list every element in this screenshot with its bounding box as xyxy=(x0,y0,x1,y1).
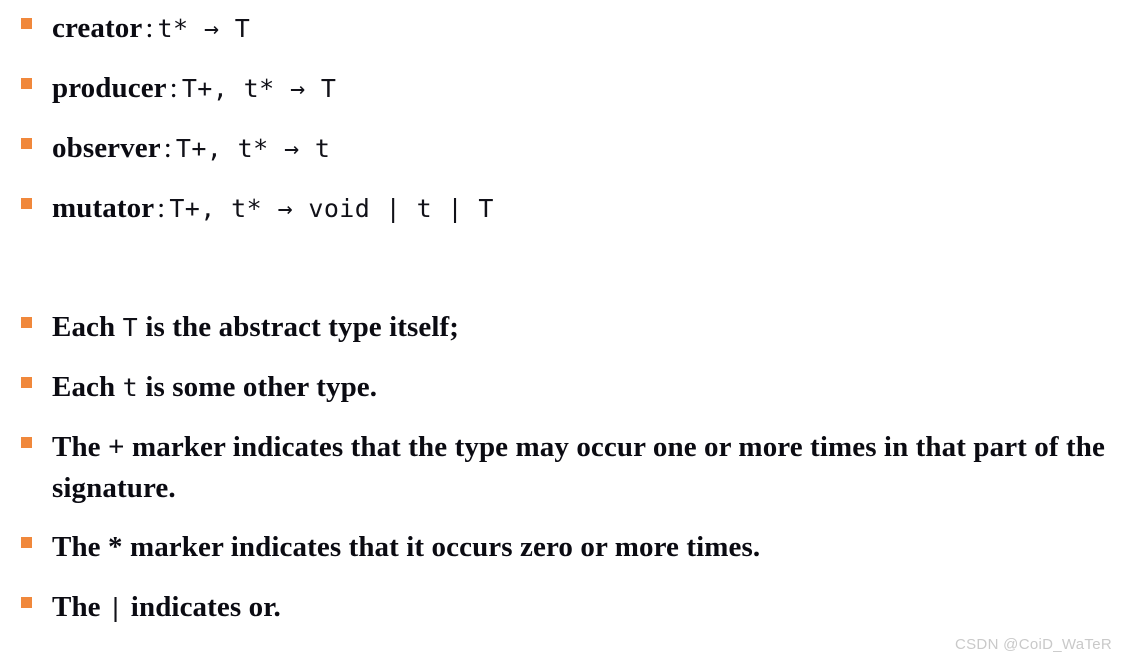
list-item: producer: T+, t* → T xyxy=(0,60,1128,120)
colon-separator: : xyxy=(157,192,166,224)
note-text-post: The + marker indicates that the type may… xyxy=(52,431,1105,504)
square-bullet-icon xyxy=(21,317,32,328)
slide-canvas: creator: t* → T producer: T+, t* → T obser… xyxy=(0,0,1128,661)
note-line: The * marker indicates that it occurs ze… xyxy=(52,519,1128,568)
square-bullet-icon xyxy=(21,198,32,209)
csdn-watermark: CSDN @CoiD_WaTeR xyxy=(955,636,1112,653)
square-bullet-icon xyxy=(21,138,32,149)
signature-line: producer: T+, t* → T xyxy=(52,60,1128,109)
operation-label: observer xyxy=(52,132,161,164)
list-item: observer: T+, t* → t xyxy=(0,120,1128,180)
square-bullet-icon xyxy=(21,437,32,448)
square-bullet-icon xyxy=(21,597,32,608)
note-code-token: | xyxy=(108,593,124,622)
list-item: Each t is some other type. xyxy=(0,359,1128,419)
note-code-token: T xyxy=(122,313,139,342)
signature-line: observer: T+, t* → t xyxy=(52,120,1128,169)
notes-bullet-list: Each T is the abstract type itself; Each… xyxy=(0,299,1128,639)
signature-code: T+, t* → t xyxy=(175,134,331,163)
note-line: The | indicates or. xyxy=(52,579,1128,628)
signature-code: T+, t* → void | t | T xyxy=(169,194,494,223)
colon-separator: : xyxy=(169,72,178,104)
list-item: The + marker indicates that the type may… xyxy=(0,419,1128,519)
signature-code: T+, t* → T xyxy=(181,74,337,103)
colon-separator: : xyxy=(145,12,154,44)
list-item: mutator: T+, t* → void | t | T xyxy=(0,180,1128,240)
signature-line: mutator: T+, t* → void | t | T xyxy=(52,180,1128,229)
list-item: The | indicates or. xyxy=(0,579,1128,639)
note-text-pre: Each xyxy=(52,311,123,343)
square-bullet-icon xyxy=(21,78,32,89)
note-line: The + marker indicates that the type may… xyxy=(52,419,1128,508)
signature-bullet-list: creator: t* → T producer: T+, t* → T obser… xyxy=(0,0,1128,240)
square-bullet-icon xyxy=(21,377,32,388)
operation-label: mutator xyxy=(52,192,155,224)
note-text-post: The * marker indicates that it occurs ze… xyxy=(52,531,761,563)
signature-code: t* → T xyxy=(157,14,251,43)
square-bullet-icon xyxy=(21,18,32,29)
signature-line: creator: t* → T xyxy=(52,0,1128,49)
note-text-post: is the abstract type itself; xyxy=(138,311,460,343)
note-text-pre: Each xyxy=(52,371,123,403)
note-line: Each t is some other type. xyxy=(52,359,1128,408)
note-line: Each T is the abstract type itself; xyxy=(52,299,1128,348)
operation-label: producer xyxy=(52,72,167,104)
list-item: The * marker indicates that it occurs ze… xyxy=(0,519,1128,579)
note-text-post: is some other type. xyxy=(138,371,378,403)
note-text-pre: The xyxy=(52,591,108,623)
note-text-post: indicates or. xyxy=(123,591,281,623)
colon-separator: : xyxy=(163,132,172,164)
list-item: creator: t* → T xyxy=(0,0,1128,60)
operation-label: creator xyxy=(52,12,143,44)
note-code-token: t xyxy=(122,373,139,402)
list-item: Each T is the abstract type itself; xyxy=(0,299,1128,359)
square-bullet-icon xyxy=(21,537,32,548)
